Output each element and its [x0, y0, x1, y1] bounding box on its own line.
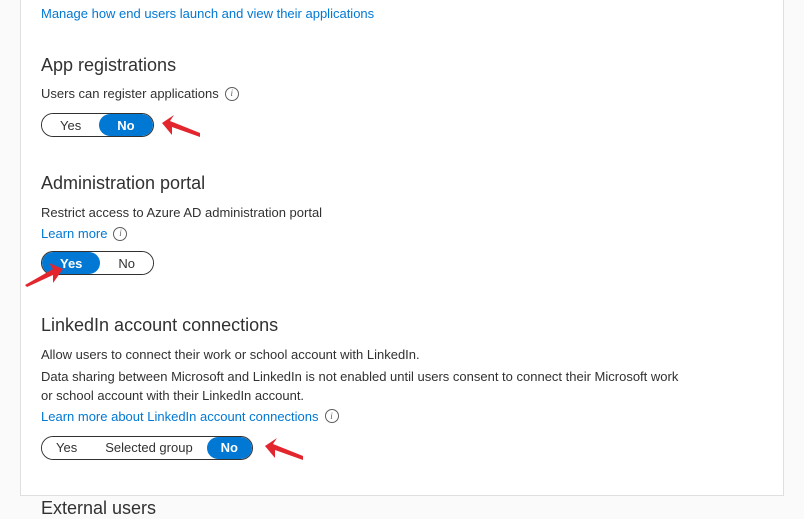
toggle-option-yes[interactable]: Yes: [42, 114, 99, 136]
toggle-app-registrations: Yes No: [41, 113, 154, 137]
info-icon[interactable]: i: [325, 409, 339, 423]
section-administration-portal: Administration portal Restrict access to…: [41, 173, 763, 275]
info-icon[interactable]: i: [225, 87, 239, 101]
learn-more-link[interactable]: Learn more about LinkedIn account connec…: [41, 409, 319, 424]
toggle-admin-portal: Yes No: [41, 251, 154, 275]
section-title: External users: [41, 498, 763, 519]
setting-label: Users can register applications: [41, 86, 219, 101]
toggle-option-selected-group[interactable]: Selected group: [91, 437, 206, 459]
learn-more-link[interactable]: Learn more: [41, 226, 107, 241]
description-line: Data sharing between Microsoft and Linke…: [41, 368, 681, 404]
section-linkedin-connections: LinkedIn account connections Allow users…: [41, 315, 763, 462]
section-external-users: External users: [41, 498, 763, 519]
toggle-option-yes[interactable]: Yes: [42, 437, 91, 459]
info-icon[interactable]: i: [113, 227, 127, 241]
manage-end-users-link[interactable]: Manage how end users launch and view the…: [41, 6, 374, 21]
toggle-option-no[interactable]: No: [207, 437, 252, 459]
setting-label: Restrict access to Azure AD administrati…: [41, 204, 681, 222]
toggle-option-yes[interactable]: Yes: [42, 252, 100, 274]
description-line: Allow users to connect their work or sch…: [41, 346, 681, 364]
section-title: LinkedIn account connections: [41, 315, 763, 336]
section-title: App registrations: [41, 55, 763, 76]
red-arrow-annotation: [265, 434, 305, 462]
section-title: Administration portal: [41, 173, 763, 194]
toggle-option-no[interactable]: No: [99, 114, 152, 136]
toggle-linkedin: Yes Selected group No: [41, 436, 253, 460]
toggle-option-no[interactable]: No: [100, 252, 153, 274]
settings-panel: Manage how end users launch and view the…: [20, 0, 784, 496]
section-app-registrations: App registrations Users can register app…: [41, 55, 763, 139]
red-arrow-annotation: [162, 111, 202, 139]
